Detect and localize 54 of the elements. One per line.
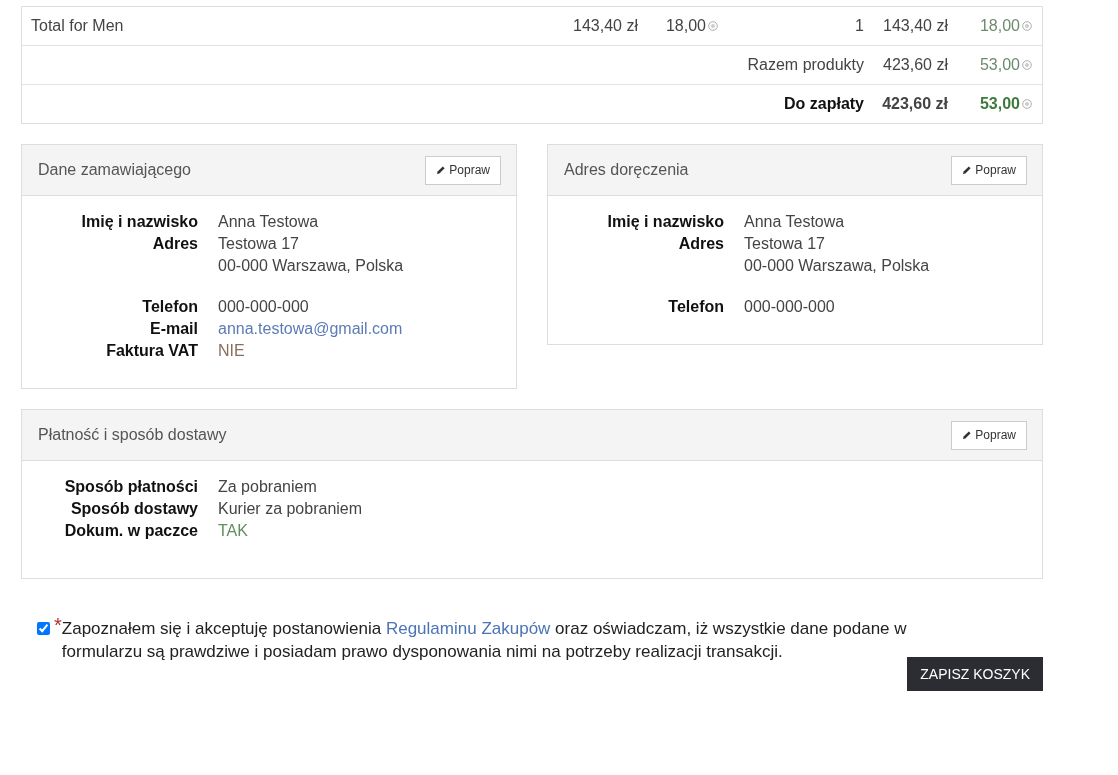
- field-label: E-mail: [149, 319, 198, 339]
- field-value: Testowa 17: [744, 234, 826, 254]
- pencil-icon: [962, 430, 973, 440]
- pencil-icon: [436, 165, 447, 175]
- consent-text: Zapoznałem się i akceptuję postanowienia Regulaminu Zakupów oraz oświadczam, iż wszystkie dane podane w formularzu są prawdziwe i posiadam prawo dysponowania nimi na potrzeby realizacji transakcji.: [61, 619, 908, 663]
- field-value: TAK: [218, 521, 249, 541]
- coin-icon: [708, 21, 718, 31]
- panel-title: Adres doręczenia: [564, 161, 689, 179]
- total: 423,60 zł: [881, 95, 948, 113]
- field-label: Adres: [677, 234, 724, 254]
- product-name: Total for Men: [30, 17, 125, 35]
- required-mark: *: [54, 617, 62, 633]
- field-value: Testowa 17: [218, 234, 300, 254]
- pencil-icon: [962, 165, 973, 175]
- total: 423,60 zł: [882, 56, 948, 74]
- field-label: Telefon: [667, 297, 724, 317]
- field-value: 000-000-000: [218, 297, 310, 317]
- summary-label: Razem produkty: [746, 56, 864, 74]
- field-label: Imię i nazwisko: [606, 212, 724, 232]
- consent-checkbox[interactable]: [37, 622, 50, 635]
- field-label: Telefon: [141, 297, 198, 317]
- price: 143,40 zł: [572, 17, 638, 35]
- field-label: Sposób dostawy: [69, 499, 198, 519]
- points-value: 18,00: [979, 17, 1020, 35]
- points-value: 18,00: [665, 17, 706, 35]
- field-value: NIE: [218, 341, 246, 361]
- points-value: 53,00: [979, 95, 1020, 113]
- email-link[interactable]: anna.testowa@gmail.com: [218, 318, 516, 340]
- field-label: Imię i nazwisko: [80, 212, 198, 232]
- field-value: 000-000-000: [744, 297, 836, 317]
- field-label: Adres: [151, 234, 198, 254]
- field-value: 00-000 Warszawa, Polska: [744, 256, 931, 276]
- field-label: Faktura VAT: [105, 341, 198, 361]
- edit-button[interactable]: Popraw: [951, 155, 1027, 185]
- panel-title: Dane zamawiającego: [38, 161, 191, 179]
- quantity: 1: [854, 17, 864, 35]
- coin-icon: [1022, 60, 1032, 70]
- field-label: Dokum. w paczce: [63, 521, 198, 541]
- coin-icon: [1022, 21, 1032, 31]
- field-value: Anna Testowa: [218, 212, 320, 232]
- field-label: Sposób płatności: [63, 477, 198, 497]
- save-cart-button[interactable]: ZAPISZ KOSZYK: [907, 657, 1043, 691]
- total: 143,40 zł: [882, 17, 948, 35]
- field-value: Anna Testowa: [744, 212, 846, 232]
- summary-label: Do zapłaty: [783, 95, 864, 113]
- field-value: 00-000 Warszawa, Polska: [218, 256, 405, 276]
- points-value: 53,00: [979, 56, 1020, 74]
- terms-link[interactable]: Regulaminu Zakupów: [385, 619, 551, 638]
- edit-button[interactable]: Popraw: [425, 155, 501, 185]
- panel-title: Płatność i sposób dostawy: [38, 426, 227, 444]
- field-value: Za pobraniem: [218, 477, 318, 497]
- coin-icon: [1022, 99, 1032, 109]
- field-value: Kurier za pobraniem: [218, 499, 364, 519]
- edit-button[interactable]: Popraw: [951, 420, 1027, 450]
